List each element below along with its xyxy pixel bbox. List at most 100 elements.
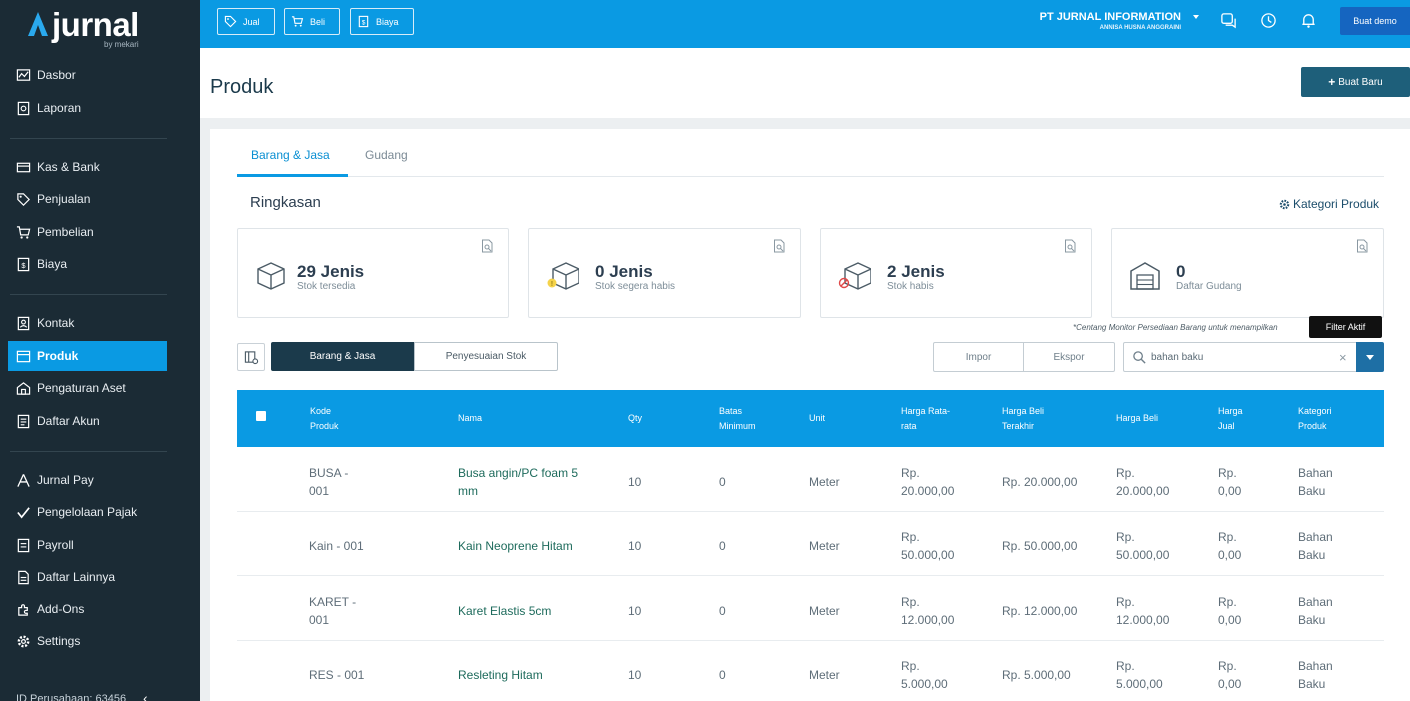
page-header: Produk + Buat Baru	[200, 48, 1410, 118]
summary-label: Daftar Gudang	[1176, 281, 1242, 292]
cell-harga-rata: Rp. 12.000,00	[901, 595, 955, 627]
report-icon[interactable]	[773, 239, 786, 253]
summary-label: Stok tersedia	[297, 281, 356, 292]
sidebar-item-penjualan[interactable]: Penjualan	[8, 184, 167, 214]
sidebar-item-pengelolaan-pajak[interactable]: Pengelolaan Pajak	[8, 497, 167, 527]
kategori-produk-link[interactable]: Kategori Produk	[1279, 197, 1379, 211]
search-icon	[1133, 351, 1146, 364]
summary-unit: Jenis	[320, 262, 365, 281]
sidebar-item-label: Dasbor	[37, 68, 76, 82]
chat-icon[interactable]	[1220, 12, 1237, 29]
ekspor-button[interactable]: Ekspor	[1024, 342, 1115, 372]
buat-baru-button[interactable]: + Buat Baru	[1301, 67, 1410, 97]
tab-gudang[interactable]: Gudang	[365, 148, 408, 162]
summary-label: Stok segera habis	[595, 281, 676, 292]
summary-unit: Jenis	[901, 262, 945, 281]
jual-label: Jual	[243, 16, 260, 27]
sidebar-item-kas-bank[interactable]: Kas & Bank	[8, 152, 167, 182]
select-all-checkbox[interactable]	[256, 411, 266, 421]
sidebar-item-jurnal-pay[interactable]: Jurnal Pay	[8, 465, 167, 495]
sidebar-item-label: Kas & Bank	[37, 160, 100, 174]
sidebar-item-label: Pengelolaan Pajak	[37, 505, 138, 519]
cell-harga-beli: Rp. 20.000,00	[1116, 466, 1170, 498]
tab-barang-jasa[interactable]: Barang & Jasa	[251, 148, 330, 162]
column-unit[interactable]: Unit	[809, 411, 825, 426]
summary-count: 2	[887, 262, 897, 281]
product-name-link[interactable]: Karet Elastis 5cm	[458, 602, 551, 620]
bell-icon[interactable]	[1300, 12, 1317, 29]
cell-harga-rata: Rp. 5.000,00	[901, 659, 948, 691]
cell-harga-beli-terakhir: Rp. 5.000,00	[1002, 668, 1071, 682]
sidebar-item-kontak[interactable]: Kontak	[8, 308, 167, 338]
jual-button[interactable]: Jual	[217, 8, 275, 35]
cell-kategori: Bahan Baku	[1298, 466, 1333, 498]
kategori-produk-label: Kategori Produk	[1293, 197, 1380, 211]
sidebar-item-pengaturan-aset[interactable]: Pengaturan Aset	[8, 373, 167, 403]
summary-card-stok-habis[interactable]: 2 Jenis Stok habis	[820, 228, 1092, 318]
table-row[interactable]: RES - 001 Resleting Hitam 10 0 Meter Rp.…	[237, 641, 1384, 701]
report-icon[interactable]	[1356, 239, 1369, 253]
sidebar-item-laporan[interactable]: Laporan	[8, 93, 167, 123]
product-name-link[interactable]: Resleting Hitam	[458, 666, 543, 684]
sidebar-item-label: Add-Ons	[37, 602, 85, 616]
segment-barang-jasa[interactable]: Barang & Jasa	[271, 342, 414, 371]
chevron-down-icon[interactable]	[1193, 15, 1199, 19]
clear-icon[interactable]: ×	[1339, 350, 1347, 365]
column-kode-produk[interactable]: Kode Produk	[310, 404, 339, 434]
product-name-link[interactable]: Busa angin/PC foam 5 mm	[458, 464, 578, 500]
package-icon	[257, 262, 285, 290]
sidebar-item-add-ons[interactable]: Add-Ons	[8, 594, 167, 624]
sidebar-item-biaya[interactable]: $ Biaya	[8, 249, 167, 279]
filter-dropdown-button[interactable]	[1356, 342, 1384, 372]
column-qty[interactable]: Qty	[628, 411, 642, 426]
summary-value: 2 Jenis	[887, 262, 945, 282]
beli-label: Beli	[310, 16, 326, 27]
sidebar-item-payroll[interactable]: Payroll	[8, 530, 167, 560]
column-harga-beli[interactable]: Harga Beli	[1116, 411, 1158, 426]
summary-card-daftar-gudang[interactable]: 0 Daftar Gudang	[1111, 228, 1384, 318]
summary-card-stok-tersedia[interactable]: 29 Jenis Stok tersedia	[237, 228, 509, 318]
summary-card-stok-segera-habis[interactable]: ! 0 Jenis Stok segera habis	[528, 228, 801, 318]
cell-qty: 10	[628, 668, 642, 682]
cell-qty: 10	[628, 475, 642, 489]
sidebar-item-daftar-akun[interactable]: Daftar Akun	[8, 406, 167, 436]
segment-penyesuaian-stok[interactable]: Penyesuaian Stok	[414, 342, 558, 371]
asset-icon	[16, 381, 31, 395]
sidebar-item-settings[interactable]: Settings	[8, 626, 167, 656]
sidebar-item-dasbor[interactable]: Dasbor	[8, 60, 167, 90]
table-row[interactable]: KARET - 001 Karet Elastis 5cm 10 0 Meter…	[237, 577, 1384, 641]
search-input[interactable]	[1151, 349, 1331, 366]
column-harga-rata-rata[interactable]: Harga Rata- rata	[901, 404, 950, 434]
biaya-button[interactable]: $ Biaya	[350, 8, 414, 35]
company-switcher[interactable]: PT JURNAL INFORMATION	[1040, 11, 1181, 23]
tag-icon	[17, 192, 30, 206]
summary-count: 0	[595, 262, 605, 281]
sidebar-item-produk[interactable]: Produk	[8, 341, 167, 371]
sidebar-item-pembelian[interactable]: Pembelian	[8, 217, 167, 247]
svg-text:$: $	[21, 260, 26, 269]
product-name-link[interactable]: Kain Neoprene Hitam	[458, 537, 573, 555]
buat-demo-button[interactable]: Buat demo	[1340, 7, 1410, 35]
cell-qty: 10	[628, 604, 642, 618]
cart-icon	[16, 225, 31, 239]
sidebar-item-label: Payroll	[37, 538, 74, 552]
table-row[interactable]: Kain - 001 Kain Neoprene Hitam 10 0 Mete…	[237, 512, 1384, 576]
gear-icon	[1279, 199, 1290, 209]
report-icon[interactable]	[1064, 239, 1077, 253]
report-icon[interactable]	[481, 239, 494, 253]
column-nama[interactable]: Nama	[458, 411, 482, 426]
column-kategori-produk[interactable]: Kategori Produk	[1298, 404, 1332, 434]
list-icon	[17, 414, 30, 428]
table-header: Kode Produk Nama Qty Batas Minimum Unit …	[237, 390, 1384, 447]
beli-button[interactable]: Beli	[284, 8, 340, 35]
collapse-sidebar-icon[interactable]: ‹	[143, 690, 148, 701]
summary-value: 29 Jenis	[297, 262, 364, 282]
column-settings-button[interactable]	[237, 343, 265, 371]
column-harga-jual[interactable]: Harga Jual	[1218, 404, 1243, 434]
impor-button[interactable]: Impor	[933, 342, 1024, 372]
column-batas-minimum[interactable]: Batas Minimum	[719, 404, 756, 434]
column-harga-beli-terakhir[interactable]: Harga Beli Terakhir	[1002, 404, 1044, 434]
table-row[interactable]: BUSA - 001 Busa angin/PC foam 5 mm 10 0 …	[237, 448, 1384, 512]
clock-icon[interactable]	[1260, 12, 1277, 29]
sidebar-item-daftar-lainnya[interactable]: Daftar Lainnya	[8, 562, 167, 592]
